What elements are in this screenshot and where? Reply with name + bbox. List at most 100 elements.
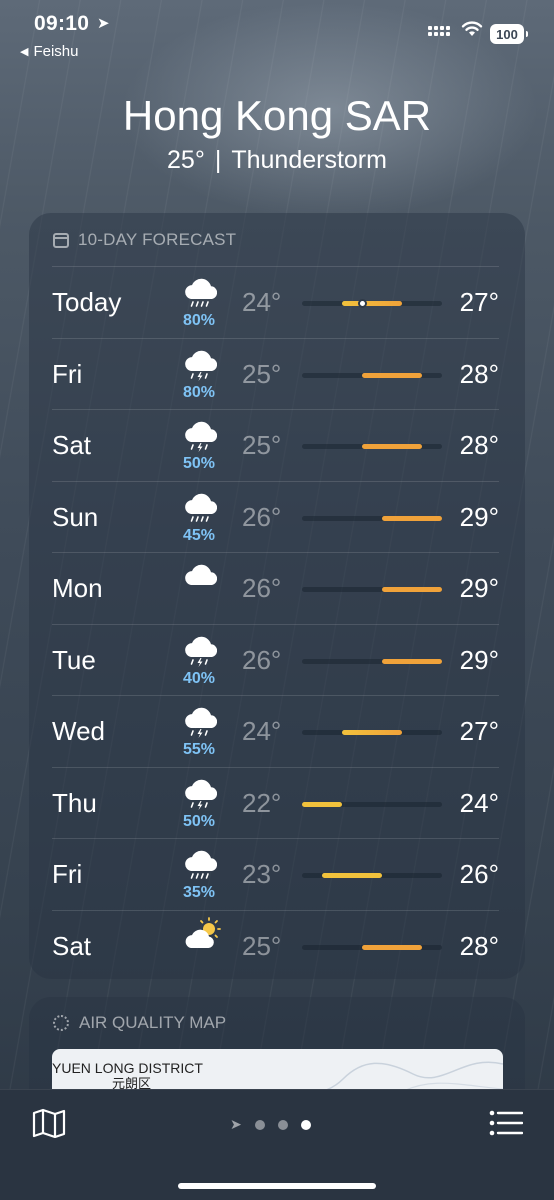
back-to-app-link[interactable]: ◀ Feishu: [20, 43, 79, 60]
map-icon[interactable]: [32, 1108, 66, 1138]
high-temp: 28°: [459, 430, 499, 460]
high-temp: 28°: [459, 358, 499, 389]
forecast-row[interactable]: Mon 26° 29°: [52, 552, 499, 624]
precipitation-chance: 55%: [182, 741, 216, 758]
low-temp: 22°: [242, 787, 282, 818]
weather-icon-group: 35%: [167, 845, 231, 903]
low-temp: 26°: [242, 501, 282, 532]
precipitation-chance: 45%: [182, 526, 216, 544]
forecast-row[interactable]: Sat 25° 28°: [52, 909, 499, 982]
precipitation-chance: 50%: [182, 812, 216, 830]
battery-level: 100: [496, 26, 518, 42]
high-temp: 27°: [459, 287, 499, 317]
current-condition: Thunderstorm: [231, 146, 387, 174]
day-label: Tue: [52, 644, 96, 675]
forecast-row[interactable]: Today 80% 24° 27°: [52, 266, 499, 338]
status-bar: 09:10 ➤ ◀ Feishu 100: [0, 0, 554, 64]
day-label: Sun: [52, 501, 99, 532]
precipitation-chance: 35%: [182, 884, 216, 901]
current-location-icon: ➤: [230, 1116, 242, 1132]
precipitation-chance: 50%: [182, 455, 216, 472]
forecast-row[interactable]: Thu 50% 22° 24°: [52, 766, 499, 839]
precipitation-chance: 80%: [182, 312, 216, 329]
conditions-separator: |: [214, 146, 222, 174]
list-icon[interactable]: [489, 1110, 523, 1136]
high-temp: 24°: [459, 787, 499, 818]
temperature-range-bar: [302, 801, 342, 807]
forecast-title: 10-DAY FORECAST: [78, 230, 237, 249]
current-temp-dot: [357, 299, 367, 308]
temperature-range-track: [302, 801, 442, 807]
location-arrow-icon: ➤: [97, 15, 110, 32]
temperature-range-bar: [342, 730, 402, 735]
forecast-row[interactable]: Sun 45% 26° 29°: [52, 480, 499, 553]
forecast-row[interactable]: Tue 40% 26° 29°: [52, 623, 499, 696]
weather-icon-group: 50%: [167, 774, 231, 832]
back-app-label: Feishu: [33, 43, 79, 60]
air-quality-header: AIR QUALITY MAP: [53, 1013, 226, 1033]
day-label: Today: [52, 287, 122, 317]
map-district-label: YUEN LONG DISTRICT 元朗区: [52, 1060, 203, 1092]
temperature-range-bar: [322, 873, 382, 878]
day-label: Thu: [52, 787, 97, 818]
page-indicator[interactable]: ➤: [230, 1116, 311, 1133]
current-temperature: 25°: [167, 146, 205, 174]
weather-icon-group: [167, 916, 231, 975]
low-temp: 24°: [242, 716, 282, 746]
temperature-range-track: [302, 444, 442, 449]
temperature-range-bar: [382, 515, 442, 521]
forecast-row[interactable]: Wed 55% 24° 27°: [52, 695, 499, 767]
forecast-list: Today 80% 24° 27° Fri 80% 25° 28° Sat 50% 25° 28° Su…: [52, 266, 499, 981]
weather-icon-group: 40%: [167, 631, 231, 689]
day-label: Fri: [52, 859, 83, 889]
low-temp: 24°: [242, 287, 282, 317]
low-temp: 25°: [242, 930, 282, 961]
forecast-row[interactable]: Sat 50% 25° 28°: [52, 409, 499, 481]
temperature-range-track: [302, 730, 442, 735]
high-temp: 29°: [459, 573, 499, 603]
wifi-icon: [461, 21, 483, 36]
battery-indicator: 100: [490, 24, 528, 44]
forecast-row[interactable]: Fri 35% 23° 26°: [52, 838, 499, 910]
calendar-icon: [53, 232, 69, 248]
temperature-range-bar: [362, 372, 422, 378]
temperature-range-bar: [342, 301, 402, 306]
temperature-range-bar: [382, 658, 442, 664]
high-temp: 26°: [459, 859, 499, 889]
low-temp: 26°: [242, 573, 282, 603]
page-dot: [254, 1119, 265, 1130]
low-temp: 23°: [242, 859, 282, 889]
day-label: Sat: [52, 930, 92, 961]
high-temp: 28°: [459, 930, 499, 961]
weather-icon-group: [167, 559, 231, 617]
cellular-signal-icon: [428, 26, 450, 36]
day-label: Wed: [52, 716, 105, 746]
current-conditions: 25° | Thunderstorm: [0, 146, 554, 175]
temperature-range-track: [302, 944, 442, 950]
day-label: Fri: [52, 358, 83, 389]
weather-icon-group: 50%: [167, 416, 231, 474]
forecast-row[interactable]: Fri 80% 25° 28°: [52, 337, 499, 410]
temperature-range-track: [302, 587, 442, 592]
status-time: 09:10: [34, 12, 90, 35]
weather-icon-group: 80%: [167, 273, 231, 331]
map-district-name: YUEN LONG DISTRICT: [52, 1060, 203, 1076]
day-label: Mon: [52, 573, 103, 603]
day-label: Sat: [52, 430, 92, 460]
home-indicator[interactable]: [178, 1183, 376, 1189]
temperature-range-track: [302, 873, 442, 878]
weather-icon-group: 45%: [167, 488, 231, 546]
temperature-range-track: [302, 515, 442, 521]
weather-icon-group: 55%: [167, 702, 231, 760]
high-temp: 27°: [459, 716, 499, 746]
forecast-card[interactable]: 10-DAY FORECAST Today 80% 24° 27° Fri 80% 25° 2…: [29, 213, 525, 979]
air-quality-icon: [53, 1015, 69, 1031]
forecast-header: 10-DAY FORECAST: [53, 230, 236, 250]
temperature-range-bar: [362, 944, 422, 950]
low-temp: 26°: [242, 644, 282, 675]
low-temp: 25°: [242, 358, 282, 389]
page-dot-active: [300, 1119, 311, 1130]
weather-icon-group: 80%: [167, 345, 231, 403]
page-dot: [277, 1119, 288, 1130]
temperature-range-track: [302, 372, 442, 378]
